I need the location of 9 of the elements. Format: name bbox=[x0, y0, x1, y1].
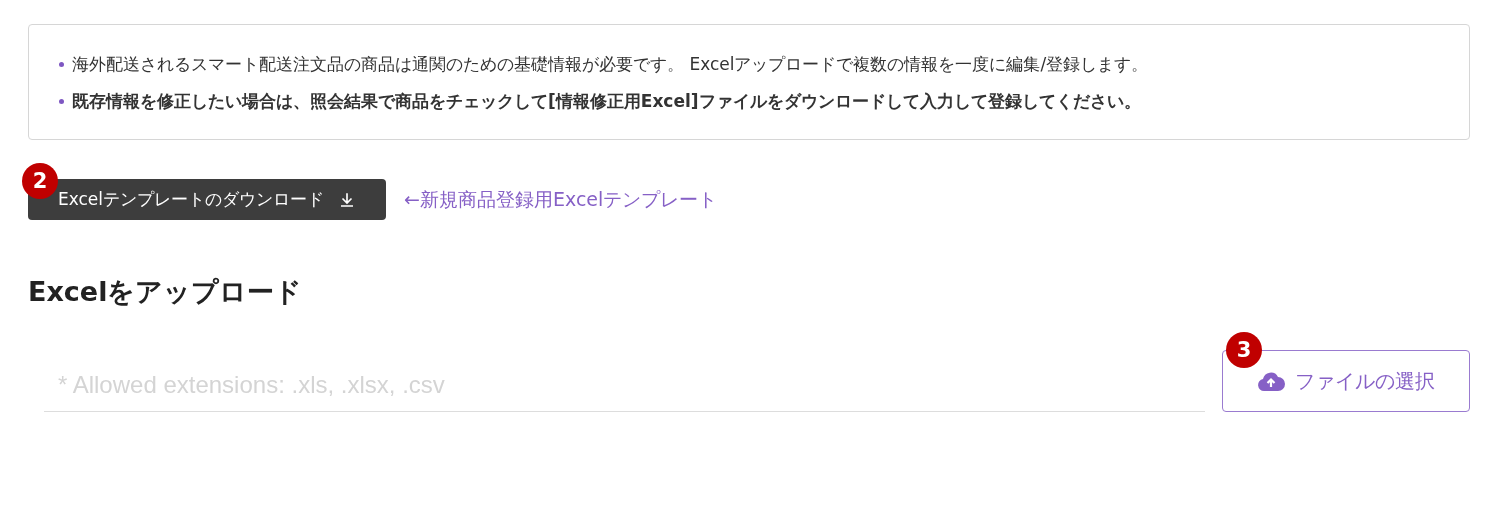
bullet-icon bbox=[59, 99, 64, 104]
section-heading: Excelをアップロード bbox=[28, 275, 304, 309]
bullet-icon bbox=[59, 62, 64, 67]
template-link[interactable]: ←新規商品登録用Excelテンプレート bbox=[404, 186, 718, 213]
step-badge: 2 bbox=[22, 163, 58, 199]
notice-text: 既存情報を修正したい場合は、照会結果で商品をチェックして[情報修正用Excel]ファイルをダウンロードして入力して登録してください。 bbox=[72, 90, 1141, 113]
notice-text: 海外配送されるスマート配送注文品の商品は通関のための基礎情報が必要です。 Excelアップロードで複数の情報を一度に編集/登録します。 bbox=[72, 53, 1149, 76]
cloud-upload-icon bbox=[1257, 371, 1285, 391]
step-badge: 3 bbox=[1226, 332, 1262, 368]
